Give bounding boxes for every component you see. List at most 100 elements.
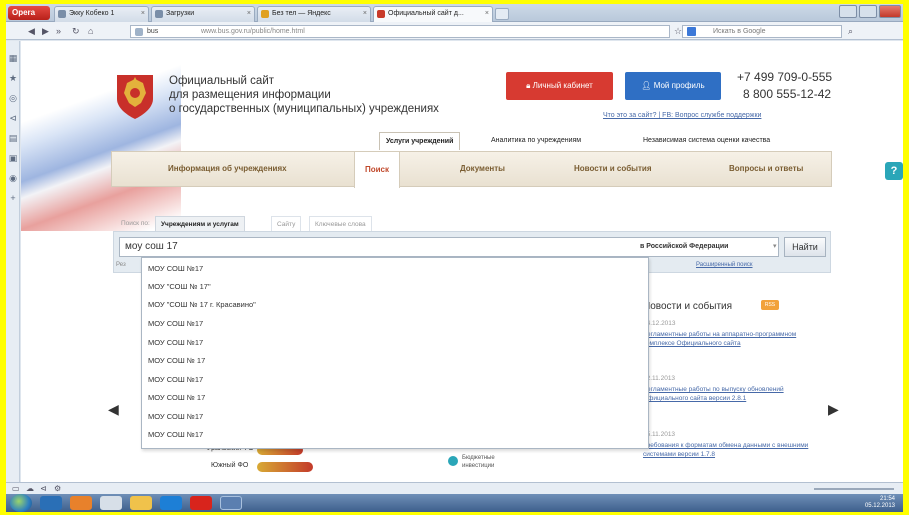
scope-tab-institutions[interactable]: Учреждениям и услугам — [155, 216, 245, 232]
browser-tab[interactable]: Без тел — Яндекс × — [257, 6, 371, 22]
autocomplete-dropdown: МОУ СОШ №17 МОУ "СОШ № 17" МОУ "СОШ № 17… — [141, 257, 649, 449]
subtab-services[interactable]: Услуги учреждений — [379, 132, 461, 150]
nav-documents[interactable]: Документы — [460, 164, 505, 173]
add-panel-icon[interactable]: + — [8, 193, 18, 203]
news-title: Новости и события — [643, 301, 733, 312]
forward-icon[interactable]: ▶ — [42, 26, 49, 36]
browser-side-panel: ▦ ★ ◎ ⊲ ▤ ▣ ◉ + — [6, 41, 20, 482]
news-link[interactable]: Регламентные работы на аппаратно-програм… — [643, 330, 813, 348]
system-tray: 21:54 05.12.2013 — [756, 494, 903, 512]
carousel-next-icon[interactable]: ▶ — [828, 401, 839, 418]
nav-faq[interactable]: Вопросы и ответы — [729, 164, 803, 173]
history-icon[interactable]: ◉ — [8, 173, 18, 183]
browser-tab-active[interactable]: Официальный сайт д... × — [373, 6, 493, 22]
panel-toggle-icon[interactable]: ▭ — [12, 484, 20, 494]
page-icon — [58, 10, 66, 18]
app-icon[interactable] — [220, 496, 242, 510]
suggestion-item[interactable]: МОУ СОШ №17 — [148, 412, 203, 421]
emblem-icon — [377, 10, 385, 18]
download-icon — [155, 10, 163, 18]
notes-icon[interactable]: ▤ — [8, 133, 18, 143]
screen: Opera Экку Кобеко 1 × Загрузки × Без тел… — [6, 4, 903, 512]
suggestion-item[interactable]: МОУ "СОШ № 17" — [148, 282, 211, 291]
home-icon[interactable]: ⌂ — [88, 26, 93, 36]
nav-institutions[interactable]: Информация об учреждениях — [168, 164, 287, 173]
suggestion-item[interactable]: МОУ СОШ №17 — [148, 264, 203, 273]
subtab-quality-assessment[interactable]: Независимая система оценки качества — [643, 132, 770, 150]
skype-icon[interactable] — [160, 496, 182, 510]
rss-icon[interactable]: RSS — [761, 300, 779, 310]
chart-label: Южный ФО — [211, 462, 249, 469]
news-link[interactable]: Регламентные работы по выпуску обновлени… — [643, 385, 813, 403]
opera-menu-button[interactable]: Opera — [8, 6, 50, 20]
nav-news[interactable]: Новости и события — [574, 164, 652, 173]
search-input[interactable]: моу сош 17 в Российской Федерации ▾ — [119, 237, 779, 257]
suggestion-item[interactable]: МОУ СОШ №17 — [148, 338, 203, 347]
turbo-icon[interactable]: ⊲ — [40, 484, 47, 494]
close-window-button[interactable] — [879, 5, 901, 18]
region-select[interactable]: в Российской Федерации ▾ — [640, 238, 777, 256]
phone-number: +7 499 709-0-555 — [737, 70, 833, 84]
start-button[interactable] — [10, 494, 32, 512]
scope-tab-site[interactable]: Сайту — [271, 216, 302, 232]
suggestion-item[interactable]: МОУ СОШ №17 — [148, 430, 203, 439]
personal-cabinet-button[interactable]: 🔒︎ Личный кабинет — [506, 72, 613, 100]
google-icon — [687, 27, 696, 36]
flag-background — [21, 51, 181, 231]
news-panel: Новости и события RSS 04.12.2013 Регламе… — [643, 289, 825, 482]
legend-marker — [448, 456, 458, 466]
share-icon[interactable]: ⊲ — [8, 113, 18, 123]
windows-icon[interactable]: ▣ — [8, 153, 18, 163]
close-icon[interactable]: × — [141, 7, 145, 21]
opera-icon[interactable] — [190, 496, 212, 510]
find-button[interactable]: Найти — [784, 237, 826, 257]
suggestion-item[interactable]: МОУ СОШ №17 — [148, 319, 203, 328]
news-link[interactable]: Требования к форматам обмена данными с в… — [643, 441, 813, 459]
browser-tab[interactable]: Загрузки × — [151, 6, 255, 22]
minimize-button[interactable] — [839, 5, 857, 18]
settings-icon[interactable]: ⚙ — [54, 484, 61, 494]
my-profile-button[interactable]: 👤︎ Мой профиль — [625, 72, 721, 100]
fast-forward-icon[interactable]: » — [56, 26, 61, 36]
suggestion-item[interactable]: МОУ СОШ №17 — [148, 375, 203, 384]
close-icon[interactable]: × — [363, 7, 367, 21]
yandex-icon — [261, 10, 269, 18]
help-links[interactable]: Что это за сайт? | FB: Вопрос службе под… — [603, 112, 761, 119]
carousel-prev-icon[interactable]: ◀ — [108, 401, 119, 418]
service-subtabs: Услуги учреждений Аналитика по учреждени… — [379, 132, 834, 150]
search-go-icon[interactable]: ⌕ — [848, 26, 853, 36]
security-icon — [135, 28, 143, 36]
panels-icon[interactable]: ▦ — [8, 53, 18, 63]
bookmark-star-icon[interactable]: ☆ — [674, 26, 682, 36]
browser-search-field[interactable]: Искать в Google — [682, 25, 842, 38]
ie-icon[interactable] — [40, 496, 62, 510]
suggestion-item[interactable]: МОУ "СОШ № 17 г. Красавино" — [148, 300, 256, 309]
explorer-icon[interactable] — [100, 496, 122, 510]
browser-tab[interactable]: Экку Кобеко 1 × — [54, 6, 149, 22]
unite-icon[interactable]: ◎ — [8, 93, 18, 103]
close-icon[interactable]: × — [247, 7, 251, 21]
cloud-icon[interactable]: ☁ — [26, 484, 34, 494]
window-controls — [839, 5, 901, 19]
zoom-slider[interactable] — [814, 488, 894, 490]
folder-icon[interactable] — [130, 496, 152, 510]
browser-tab-bar: Opera Экку Кобеко 1 × Загрузки × Без тел… — [6, 4, 903, 22]
address-bar: ◀ ▶ » ↻ ⌂ bus www.bus.gov.ru/public/home… — [6, 22, 903, 40]
url-field[interactable]: bus www.bus.gov.ru/public/home.html — [130, 25, 670, 38]
nav-search[interactable]: Поиск — [354, 152, 401, 188]
suggestion-item[interactable]: МОУ СОШ № 17 — [148, 393, 205, 402]
maximize-button[interactable] — [859, 5, 877, 18]
advanced-search-link[interactable]: Расширенный поиск — [696, 262, 753, 268]
browser-status-bar: ▭ ☁ ⊲ ⚙ — [6, 482, 903, 494]
close-icon[interactable]: × — [485, 7, 489, 21]
subtab-analytics[interactable]: Аналитика по учреждениям — [491, 132, 581, 150]
clock[interactable]: 21:54 05.12.2013 — [865, 496, 895, 510]
reload-icon[interactable]: ↻ — [72, 26, 80, 36]
media-player-icon[interactable] — [70, 496, 92, 510]
back-icon[interactable]: ◀ — [28, 26, 35, 36]
scope-tab-keywords[interactable]: Ключевые слова — [309, 216, 372, 232]
bookmarks-icon[interactable]: ★ — [8, 73, 18, 83]
new-tab-button[interactable] — [495, 8, 509, 20]
help-button[interactable]: ? — [885, 162, 903, 180]
suggestion-item[interactable]: МОУ СОШ № 17 — [148, 356, 205, 365]
